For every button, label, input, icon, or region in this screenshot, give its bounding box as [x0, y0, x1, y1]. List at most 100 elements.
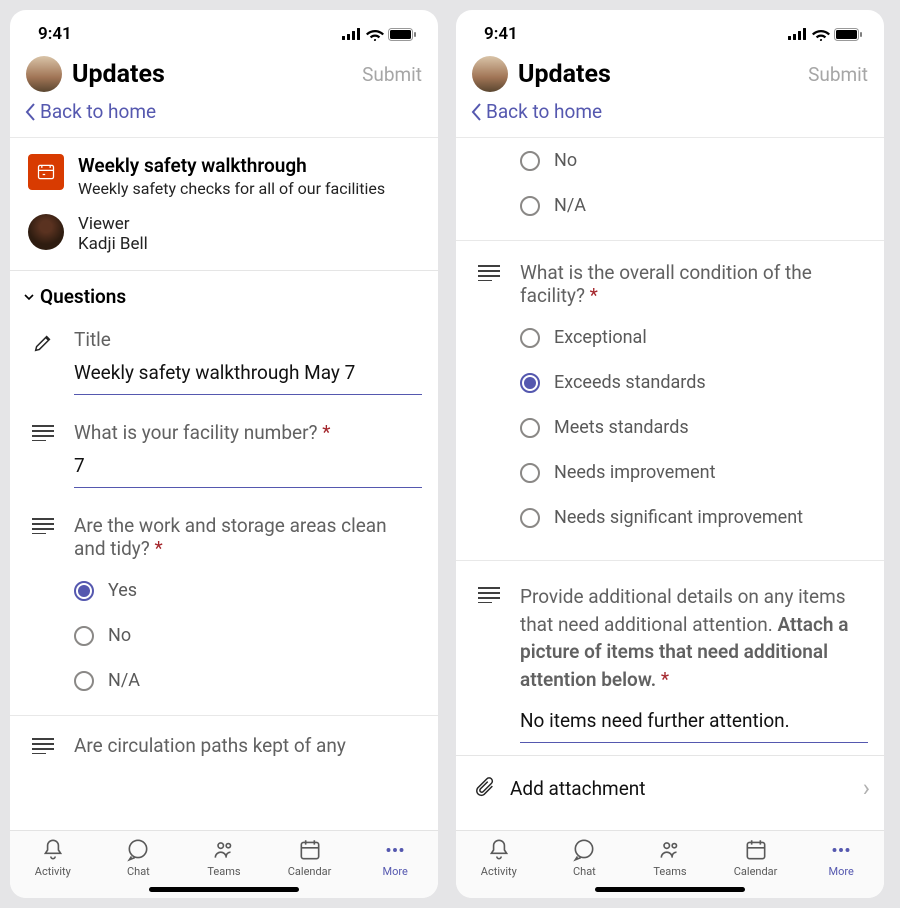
template-header: Weekly safety walkthrough Weekly safety …: [10, 138, 438, 204]
wifi-icon: [812, 28, 830, 41]
status-bar: 9:41: [10, 10, 438, 48]
viewer-name: Kadji Bell: [78, 234, 148, 254]
template-subtitle: Weekly safety checks for all of our faci…: [78, 179, 422, 198]
nav-calendar[interactable]: Calendar: [713, 837, 799, 878]
question-clean-tidy: Are the work and storage areas clean and…: [10, 502, 438, 705]
calendar-icon: [743, 837, 769, 863]
avatar[interactable]: [472, 56, 508, 92]
required-marker: *: [322, 421, 330, 444]
radio-needs-improvement[interactable]: Needs improvement: [520, 450, 868, 495]
attach-label: Add attachment: [510, 777, 646, 800]
radio-no[interactable]: No: [74, 613, 422, 658]
teams-icon: [211, 837, 237, 863]
chat-icon: [571, 837, 597, 863]
page-header: Updates Submit: [456, 48, 884, 98]
text-lines-icon: [30, 421, 56, 488]
calendar-icon: [297, 837, 323, 863]
question-circulation: Are circulation paths kept of any: [10, 722, 438, 759]
chevron-down-icon: [22, 290, 36, 304]
status-icons: [788, 28, 862, 41]
page-title: Updates: [518, 60, 798, 89]
nav-teams[interactable]: Teams: [181, 837, 267, 878]
text-lines-icon: [476, 583, 502, 743]
q-label: Provide additional details on any items …: [520, 583, 868, 693]
wifi-icon: [366, 28, 384, 41]
more-icon: [382, 837, 408, 863]
back-label: Back to home: [40, 100, 156, 123]
text-lines-icon: [30, 514, 56, 703]
chat-icon: [125, 837, 151, 863]
question-additional-details: Provide additional details on any items …: [456, 571, 884, 745]
chevron-right-icon: ›: [863, 774, 870, 802]
bell-icon: [486, 837, 512, 863]
paperclip-icon: [474, 777, 496, 799]
q-label: Are the work and storage areas clean and…: [74, 514, 387, 560]
nav-chat[interactable]: Chat: [96, 837, 182, 878]
viewer-role: Viewer: [78, 214, 148, 234]
questions-section-header[interactable]: Questions: [10, 271, 438, 316]
teams-icon: [657, 837, 683, 863]
nav-more[interactable]: More: [798, 837, 884, 878]
facility-number-input[interactable]: 7: [74, 454, 422, 488]
nav-activity[interactable]: Activity: [10, 837, 96, 878]
add-attachment-row[interactable]: Add attachment ›: [456, 755, 884, 820]
content-area[interactable]: No N/A What is the overall condition of …: [456, 138, 884, 830]
more-icon: [828, 837, 854, 863]
back-link[interactable]: Back to home: [456, 98, 884, 138]
nav-activity[interactable]: Activity: [456, 837, 542, 878]
required-marker: *: [661, 668, 669, 691]
battery-icon: [834, 28, 862, 41]
submit-button[interactable]: Submit: [362, 63, 422, 86]
content-area[interactable]: Weekly safety walkthrough Weekly safety …: [10, 138, 438, 830]
q-label: What is the overall condition of the fac…: [520, 261, 812, 307]
status-time: 9:41: [38, 24, 72, 44]
radio-no[interactable]: No: [520, 138, 868, 183]
status-time: 9:41: [484, 24, 518, 44]
home-indicator: [149, 887, 299, 892]
required-marker: *: [155, 537, 163, 560]
cellular-icon: [342, 28, 362, 40]
submit-button[interactable]: Submit: [808, 63, 868, 86]
cellular-icon: [788, 28, 808, 40]
bell-icon: [40, 837, 66, 863]
question-title: Title Weekly safety walkthrough May 7: [10, 316, 438, 397]
nav-more[interactable]: More: [352, 837, 438, 878]
radio-exceeds[interactable]: Exceeds standards: [520, 360, 868, 405]
q-label: Title: [74, 328, 422, 351]
radio-na[interactable]: N/A: [520, 183, 868, 228]
question-prev-trailing: No N/A: [456, 138, 884, 230]
page-header: Updates Submit: [10, 48, 438, 98]
required-marker: *: [590, 284, 598, 307]
home-indicator: [595, 887, 745, 892]
pencil-icon: [30, 328, 56, 395]
template-icon: [28, 154, 64, 190]
viewer-row: Viewer Kadji Bell: [10, 204, 438, 271]
avatar[interactable]: [26, 56, 62, 92]
back-link[interactable]: Back to home: [10, 98, 438, 138]
title-input[interactable]: Weekly safety walkthrough May 7: [74, 361, 422, 395]
page-title: Updates: [72, 60, 352, 89]
radio-na[interactable]: N/A: [74, 658, 422, 703]
battery-icon: [388, 28, 416, 41]
radio-yes[interactable]: Yes: [74, 568, 422, 613]
q-label: Are circulation paths kept of any: [74, 734, 422, 757]
chevron-left-icon: [24, 102, 36, 122]
radio-meets[interactable]: Meets standards: [520, 405, 868, 450]
back-label: Back to home: [486, 100, 602, 123]
chevron-left-icon: [470, 102, 482, 122]
radio-exceptional[interactable]: Exceptional: [520, 315, 868, 360]
status-bar: 9:41: [456, 10, 884, 48]
nav-calendar[interactable]: Calendar: [267, 837, 353, 878]
phone-frame-2: 9:41 Updates Submit Back to home No: [456, 10, 884, 898]
question-facility-number: What is your facility number? * 7: [10, 409, 438, 490]
status-icons: [342, 28, 416, 41]
radio-needs-significant[interactable]: Needs significant improvement: [520, 495, 868, 540]
nav-chat[interactable]: Chat: [542, 837, 628, 878]
template-title: Weekly safety walkthrough: [78, 154, 422, 177]
q-label: What is your facility number?: [74, 421, 318, 444]
nav-teams[interactable]: Teams: [627, 837, 713, 878]
viewer-avatar: [28, 214, 64, 250]
text-lines-icon: [30, 734, 56, 757]
phone-frame-1: 9:41 Updates Submit Back to home Weekly …: [10, 10, 438, 898]
details-input[interactable]: No items need further attention.: [520, 709, 868, 743]
